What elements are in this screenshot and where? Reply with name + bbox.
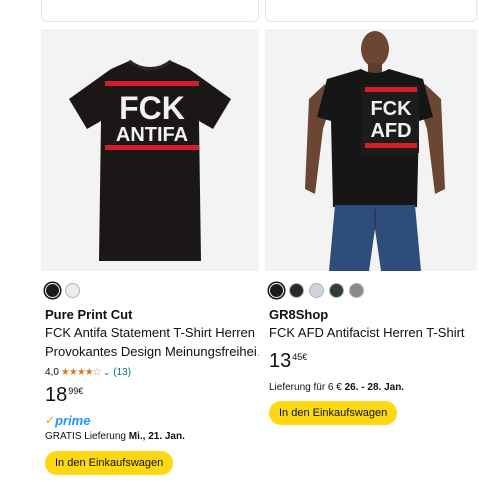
color-swatches xyxy=(269,281,477,299)
swatch-black[interactable] xyxy=(269,282,284,298)
swatch-grey[interactable] xyxy=(349,282,364,298)
swatch-white[interactable] xyxy=(65,282,80,298)
swatch-black[interactable] xyxy=(45,282,60,298)
print-bar-bottom xyxy=(365,143,417,148)
price-whole: 13 xyxy=(269,350,292,372)
delivery-date: 26. - 28. Jan. xyxy=(344,382,405,393)
swatch-olive[interactable] xyxy=(329,282,344,298)
product-image[interactable]: FCK ANTIFA xyxy=(41,29,259,271)
product-image[interactable]: FCK AFD xyxy=(265,29,477,271)
product-title-line1[interactable]: FCK AFD Antifacist Herren T-Shirt xyxy=(269,323,477,342)
price[interactable]: 18 99 € xyxy=(45,385,259,405)
price-currency: € xyxy=(78,386,84,396)
print-bar-top xyxy=(105,81,199,86)
swatch-dark[interactable] xyxy=(289,282,304,298)
prime-badge: ✓ prime xyxy=(45,412,259,428)
add-to-cart-button[interactable]: In den Einkaufswagen xyxy=(269,401,398,425)
rating[interactable]: 4,0 ★★★★☆ ⌄ (13) xyxy=(45,365,259,379)
price-fraction: 45 xyxy=(292,352,303,362)
prime-check-icon: ✓ xyxy=(45,413,56,427)
price-fraction: 99 xyxy=(68,386,79,396)
price-currency: € xyxy=(302,352,308,362)
brand-name: Pure Print Cut xyxy=(45,307,133,322)
print-text-line2: AFD xyxy=(370,120,411,142)
price-whole: 18 xyxy=(45,384,68,406)
delivery-prefix: GRATIS Lieferung xyxy=(45,431,129,442)
product-title-line2[interactable]: Provokantes Design Meinungsfreihei… xyxy=(45,342,259,361)
print-text-line1: FCK xyxy=(370,98,412,120)
add-to-cart-button[interactable]: In den Einkaufswagen xyxy=(45,451,174,475)
model-illustration: FCK AFD xyxy=(305,31,445,271)
previous-card-left xyxy=(41,0,259,22)
product-card[interactable]: FCK AFD GR8Shop FCK AFD Antifacist Herre… xyxy=(265,29,477,425)
delivery-date: Mi., 21. Jan. xyxy=(128,431,185,442)
star-rating-icon: ★★★★☆ xyxy=(60,366,102,378)
swatch-light-grey[interactable] xyxy=(309,282,324,298)
print-text-line1: FCK xyxy=(119,90,185,126)
product-card[interactable]: FCK ANTIFA Pure Print Cut FCK Antifa Sta… xyxy=(41,29,259,475)
rating-value: 4,0 xyxy=(45,366,59,378)
product-title-line1[interactable]: FCK Antifa Statement T-Shirt Herren xyxy=(45,323,259,342)
previous-card-right xyxy=(265,0,477,22)
brand-name: GR8Shop xyxy=(269,307,329,322)
delivery-info: GRATIS Lieferung Mi., 21. Jan. xyxy=(45,431,259,442)
print-bar-top xyxy=(365,87,417,92)
print-text-line2: ANTIFA xyxy=(116,124,188,146)
delivery-prefix: Lieferung für 6 € xyxy=(269,382,345,393)
price[interactable]: 13 45 € xyxy=(269,351,477,371)
prime-label: prime xyxy=(55,412,91,428)
delivery-info: Lieferung für 6 € 26. - 28. Jan. xyxy=(269,382,477,393)
chevron-down-icon[interactable]: ⌄ xyxy=(103,367,111,378)
rating-count-link[interactable]: (13) xyxy=(113,367,131,378)
tshirt-illustration: FCK ANTIFA xyxy=(69,59,231,261)
color-swatches xyxy=(45,281,259,299)
